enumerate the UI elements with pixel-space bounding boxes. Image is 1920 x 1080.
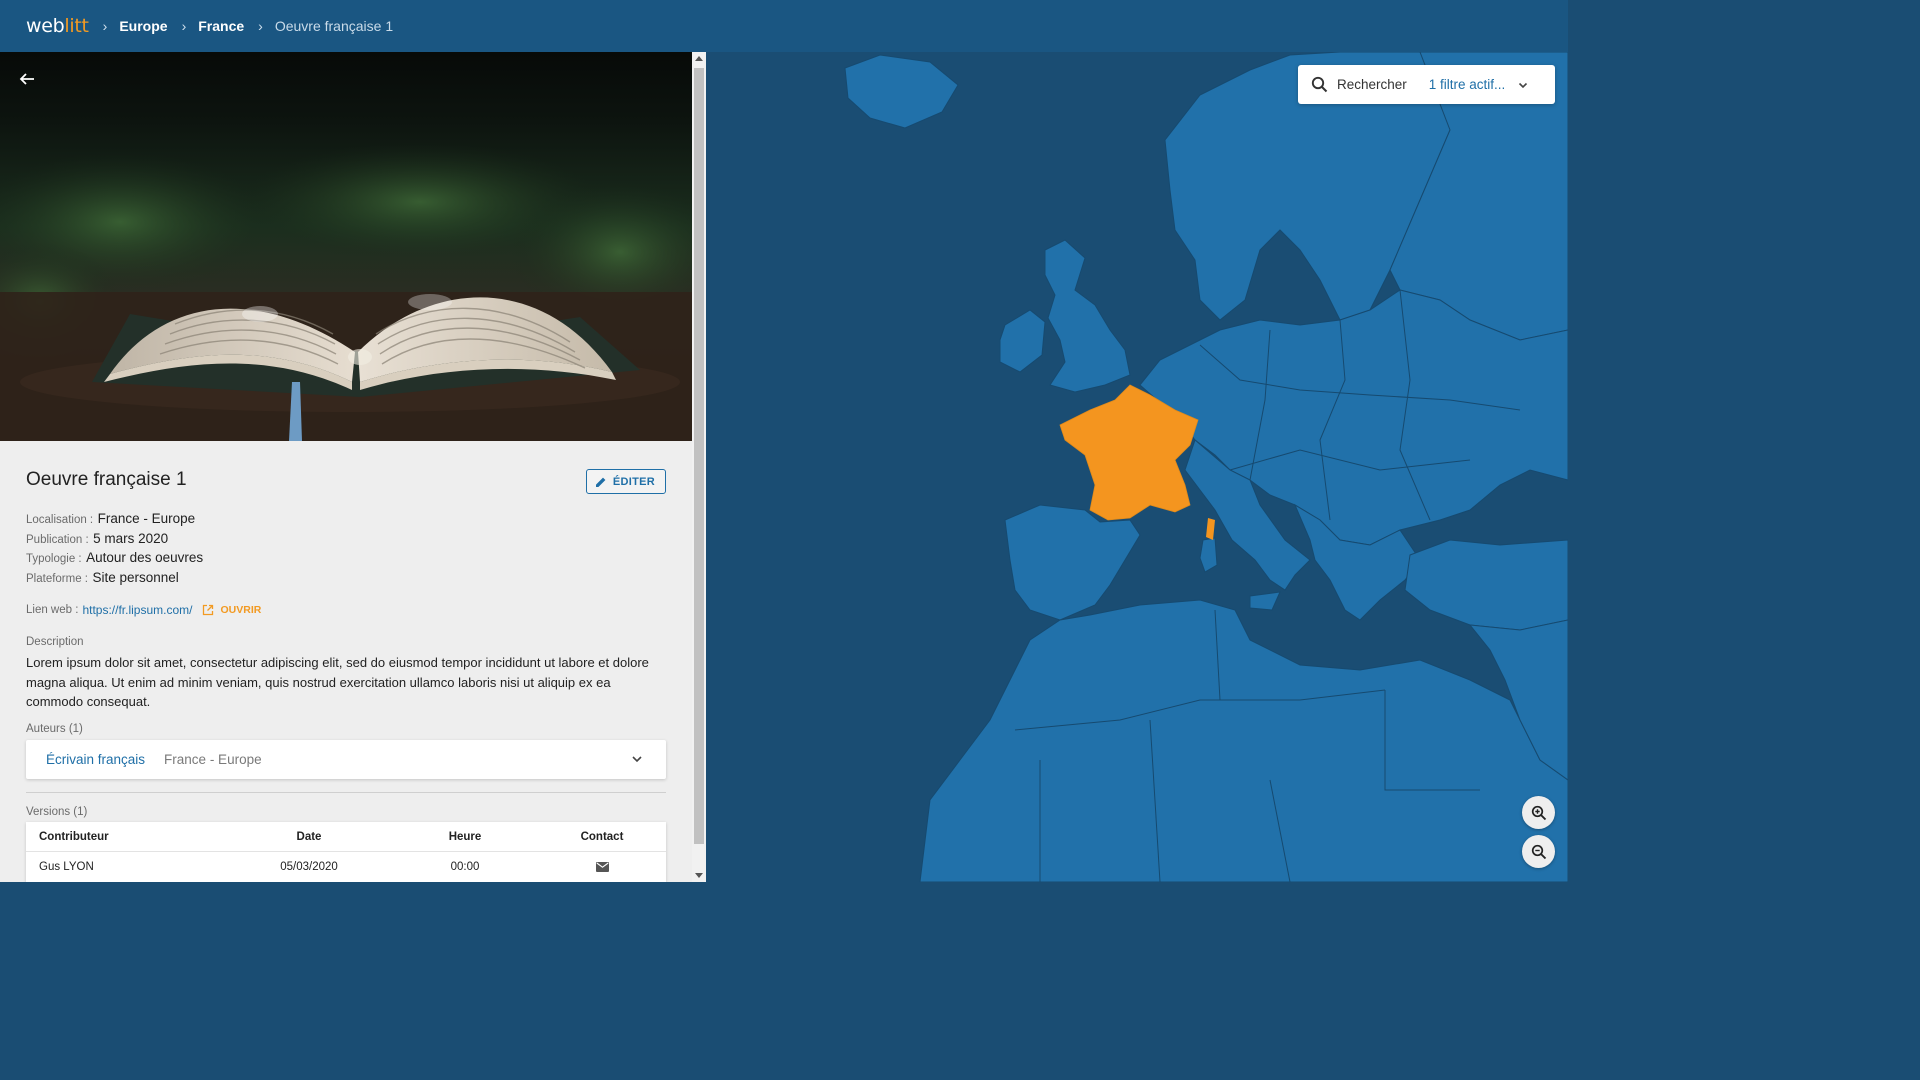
description-label: Description	[26, 636, 84, 648]
app-logo[interactable]: weblitt	[26, 15, 89, 37]
breadcrumb-separator-icon: ›	[102, 18, 108, 34]
mail-icon	[595, 862, 609, 872]
open-link-button[interactable]: OUVRIR	[202, 604, 261, 616]
europe-map[interactable]	[706, 52, 1568, 882]
map-view[interactable]	[706, 52, 1568, 882]
section-divider	[26, 792, 666, 793]
table-header-row: Contributeur Date Heure Contact	[26, 822, 666, 852]
work-detail-panel: Oeuvre française 1 ÉDITER Localisation :…	[0, 52, 706, 882]
web-link-url[interactable]: https://fr.lipsum.com/	[82, 603, 192, 617]
meta-publication: Publication : 5 mars 2020	[26, 530, 169, 546]
meta-typology: Typologie : Autour des oeuvres	[26, 550, 204, 565]
breadcrumb-france[interactable]: France	[198, 18, 244, 34]
description-text: Lorem ipsum dolor sit amet, consectetur …	[26, 655, 649, 709]
edit-button[interactable]: ÉDITER	[585, 469, 666, 494]
meta-platform: Plateforme : Site personnel	[26, 569, 179, 585]
top-bar: weblitt › Europe › France › Oeuvre franç…	[0, 0, 1568, 52]
version-date: 05/03/2020	[280, 861, 338, 873]
versions-label: Versions (1)	[26, 806, 88, 818]
zoom-in-button[interactable]	[1522, 796, 1555, 829]
search-input[interactable]: Rechercher	[1337, 77, 1407, 92]
column-header-date: Date	[296, 830, 322, 843]
author-item[interactable]: Écrivain français France - Europe	[26, 740, 666, 779]
arrow-left-icon	[19, 73, 34, 85]
breadcrumb-current: Oeuvre française 1	[274, 18, 394, 34]
meta-location: Localisation : France - Europe	[26, 511, 196, 526]
work-title: Oeuvre française 1	[26, 469, 187, 490]
column-header-time: Heure	[448, 830, 482, 843]
version-contributor: Gus LYON	[39, 861, 94, 873]
external-link-icon	[203, 604, 214, 616]
chevron-down-icon[interactable]	[630, 752, 644, 766]
breadcrumb-separator-icon: ›	[181, 18, 187, 34]
edit-button-label: ÉDITER	[612, 475, 655, 488]
column-header-contributor: Contributeur	[39, 830, 109, 843]
pencil-icon	[595, 477, 606, 487]
panel-scrollbar[interactable]	[692, 52, 706, 882]
active-filter-toggle[interactable]: 1 filtre actif...	[1429, 77, 1506, 92]
scroll-up-icon[interactable]	[695, 56, 703, 61]
column-header-contact: Contact	[580, 830, 624, 843]
search-icon	[1311, 76, 1328, 93]
work-cover-image	[0, 52, 692, 441]
web-link-label: Lien web :	[26, 604, 79, 616]
scroll-down-icon[interactable]	[695, 873, 703, 878]
zoom-out-button[interactable]	[1522, 835, 1555, 868]
zoom-out-icon	[1531, 844, 1546, 859]
work-metadata: Localisation : France - Europe Publicati…	[26, 509, 203, 587]
table-row: Gus LYON 05/03/2020 00:00	[26, 852, 666, 882]
map-search-box[interactable]: Rechercher 1 filtre actif...	[1298, 65, 1555, 104]
back-button[interactable]	[14, 66, 40, 92]
chevron-down-icon[interactable]	[1517, 79, 1529, 91]
version-time: 00:00	[450, 861, 480, 873]
author-location: France - Europe	[164, 752, 262, 767]
versions-table: Contributeur Date Heure Contact Gus LYON…	[26, 822, 666, 882]
author-name[interactable]: Écrivain français	[46, 752, 145, 767]
scrollbar-thumb[interactable]	[694, 68, 704, 844]
web-link-row: Lien web : https://fr.lipsum.com/ OUVRIR	[26, 601, 261, 619]
authors-label: Auteurs (1)	[26, 723, 83, 735]
contact-button[interactable]	[538, 862, 666, 872]
breadcrumb-europe[interactable]: Europe	[119, 18, 167, 34]
zoom-in-icon	[1531, 805, 1546, 820]
breadcrumb-separator-icon: ›	[258, 18, 263, 34]
